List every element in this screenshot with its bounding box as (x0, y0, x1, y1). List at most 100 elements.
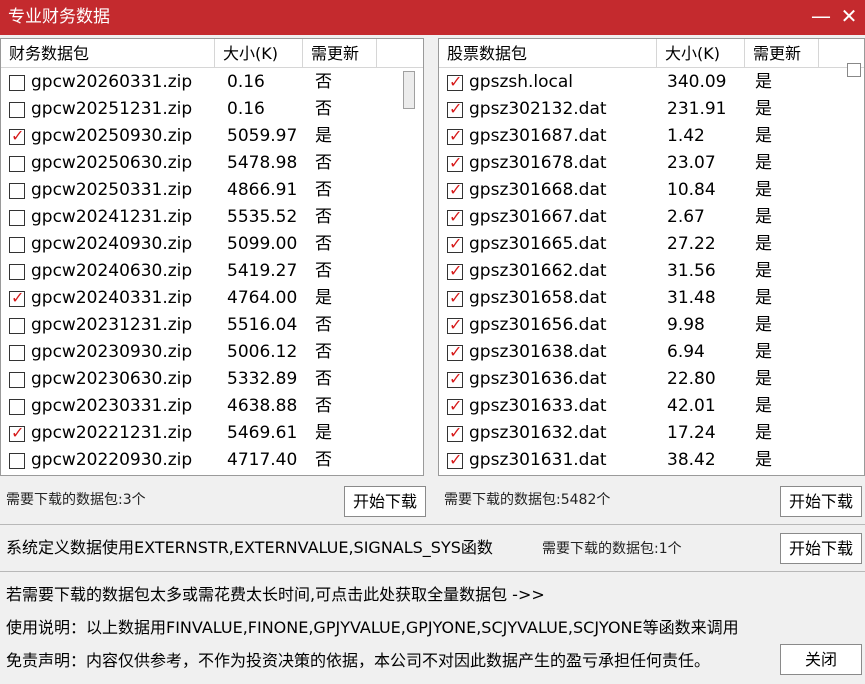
package-size: 231.91 (667, 99, 727, 119)
needs-update: 是 (755, 423, 772, 443)
row-checkbox[interactable] (447, 97, 463, 121)
package-size: 5332.89 (227, 369, 298, 389)
row-checkbox[interactable] (9, 210, 25, 226)
right-start-download-button[interactable]: 开始下载 (780, 486, 862, 517)
table-row[interactable]: gpcw20251231.zip 0.16 否 (1, 96, 423, 123)
row-checkbox[interactable] (447, 340, 463, 364)
stock-packages-list[interactable]: 股票数据包 大小(K) 需更新 gpszsh.local340.09是 gpsz3… (438, 38, 865, 476)
full-package-link[interactable]: 若需要下载的数据包太多或需花费太长时间,可点击此处获取全量数据包 ->> (6, 584, 545, 606)
table-row[interactable]: gpcw20221231.zip 5469.61 是 (1, 420, 423, 447)
row-checkbox[interactable] (447, 367, 463, 391)
package-name: gpcw20250331.zip (31, 180, 193, 200)
table-row[interactable]: gpszsh.local 340.09 是 (439, 69, 864, 96)
corner-select-box[interactable] (847, 63, 861, 77)
table-row[interactable]: gpsz301633.dat 42.01 是 (439, 393, 864, 420)
row-checkbox[interactable] (9, 421, 25, 445)
list-header: 财务数据包 大小(K) 需更新 (1, 39, 423, 68)
column-header-package[interactable]: 股票数据包 (439, 39, 657, 68)
row-checkbox[interactable] (447, 313, 463, 337)
table-row[interactable]: gpcw20250630.zip 5478.98 否 (1, 150, 423, 177)
package-size: 17.24 (667, 423, 716, 443)
needs-update: 否 (315, 369, 332, 389)
needs-update: 否 (315, 234, 332, 254)
row-checkbox[interactable] (9, 318, 25, 334)
package-name: gpsz301678.dat (469, 153, 607, 173)
table-row[interactable]: gpcw20230331.zip 4638.88 否 (1, 393, 423, 420)
table-row[interactable]: gpsz301632.dat 17.24 是 (439, 420, 864, 447)
table-row[interactable]: gpcw20240630.zip 5419.27 否 (1, 258, 423, 285)
scrollbar-thumb[interactable] (403, 71, 415, 109)
table-row[interactable]: gpsz301678.dat 23.07 是 (439, 150, 864, 177)
row-checkbox[interactable] (447, 232, 463, 256)
table-row[interactable]: gpcw20230930.zip 5006.12 否 (1, 339, 423, 366)
close-window-button[interactable]: ✕ (838, 6, 860, 28)
minimize-button[interactable]: — (810, 6, 832, 28)
table-row[interactable]: gpsz301656.dat 9.98 是 (439, 312, 864, 339)
table-row[interactable]: gpsz301658.dat 31.48 是 (439, 285, 864, 312)
column-header-size[interactable]: 大小(K) (215, 39, 303, 68)
row-checkbox[interactable] (9, 102, 25, 118)
row-checkbox[interactable] (9, 286, 25, 310)
column-header-package[interactable]: 财务数据包 (1, 39, 215, 68)
table-row[interactable]: gpcw20250930.zip 5059.97 是 (1, 123, 423, 150)
row-checkbox[interactable] (9, 75, 25, 91)
row-checkbox[interactable] (9, 183, 25, 199)
table-row[interactable]: gpsz301665.dat 27.22 是 (439, 231, 864, 258)
row-checkbox[interactable] (447, 259, 463, 283)
row-checkbox[interactable] (447, 178, 463, 202)
package-size: 31.56 (667, 261, 716, 281)
row-checkbox[interactable] (9, 156, 25, 172)
row-checkbox[interactable] (9, 237, 25, 253)
table-row[interactable]: gpsz301668.dat 10.84 是 (439, 177, 864, 204)
package-size: 6.94 (667, 342, 705, 362)
row-checkbox[interactable] (9, 345, 25, 361)
table-row[interactable]: gpcw20230630.zip 5332.89 否 (1, 366, 423, 393)
system-download-count: 需要下载的数据包:1个 (542, 541, 682, 557)
table-row[interactable]: gpsz301638.dat 6.94 是 (439, 339, 864, 366)
row-checkbox[interactable] (447, 70, 463, 94)
row-checkbox[interactable] (9, 264, 25, 280)
table-row[interactable]: gpsz301687.dat 1.42 是 (439, 123, 864, 150)
vertical-scrollbar[interactable] (401, 71, 417, 475)
table-row[interactable]: gpcw20240930.zip 5099.00 否 (1, 231, 423, 258)
package-size: 4764.00 (227, 288, 298, 308)
row-checkbox[interactable] (9, 399, 25, 415)
package-name: gpcw20220930.zip (31, 450, 193, 470)
row-checkbox[interactable] (447, 286, 463, 310)
row-checkbox[interactable] (447, 421, 463, 445)
table-row[interactable]: gpsz301636.dat 22.80 是 (439, 366, 864, 393)
table-row[interactable]: gpsz302132.dat 231.91 是 (439, 96, 864, 123)
package-name: gpsz302132.dat (469, 99, 607, 119)
package-size: 23.07 (667, 153, 716, 173)
close-button[interactable]: 关闭 (780, 644, 862, 675)
window-title: 专业财务数据 (8, 7, 110, 27)
column-header-update[interactable]: 需更新 (303, 39, 377, 68)
system-start-download-button[interactable]: 开始下载 (780, 533, 862, 564)
row-checkbox[interactable] (447, 394, 463, 418)
row-checkbox[interactable] (447, 124, 463, 148)
needs-update: 是 (755, 180, 772, 200)
table-row[interactable]: gpcw20231231.zip 5516.04 否 (1, 312, 423, 339)
row-checkbox[interactable] (447, 448, 463, 472)
table-row[interactable]: gpcw20240331.zip 4764.00 是 (1, 285, 423, 312)
column-header-update[interactable]: 需更新 (745, 39, 819, 68)
table-row[interactable]: gpcw20250331.zip 4866.91 否 (1, 177, 423, 204)
left-start-download-button[interactable]: 开始下载 (344, 486, 426, 517)
table-row[interactable]: gpsz301631.dat 38.42 是 (439, 447, 864, 474)
table-row[interactable]: gpcw20241231.zip 5535.52 否 (1, 204, 423, 231)
package-size: 5469.61 (227, 423, 298, 443)
package-name: gpcw20250630.zip (31, 153, 193, 173)
table-row[interactable]: gpsz301667.dat 2.67 是 (439, 204, 864, 231)
list-rows: gpcw20260331.zip 0.16 否 gpcw20251231.zip 0.1… (1, 69, 423, 474)
row-checkbox[interactable] (447, 205, 463, 229)
table-row[interactable]: gpcw20220930.zip 4717.40 否 (1, 447, 423, 474)
row-checkbox[interactable] (9, 372, 25, 388)
needs-update: 否 (315, 396, 332, 416)
column-header-size[interactable]: 大小(K) (657, 39, 745, 68)
financial-packages-list[interactable]: 财务数据包 大小(K) 需更新 gpcw20260331.zip 0.16 否 gpc… (0, 38, 424, 476)
row-checkbox[interactable] (9, 453, 25, 469)
table-row[interactable]: gpcw20260331.zip 0.16 否 (1, 69, 423, 96)
table-row[interactable]: gpsz301662.dat 31.56 是 (439, 258, 864, 285)
row-checkbox[interactable] (9, 124, 25, 148)
row-checkbox[interactable] (447, 151, 463, 175)
